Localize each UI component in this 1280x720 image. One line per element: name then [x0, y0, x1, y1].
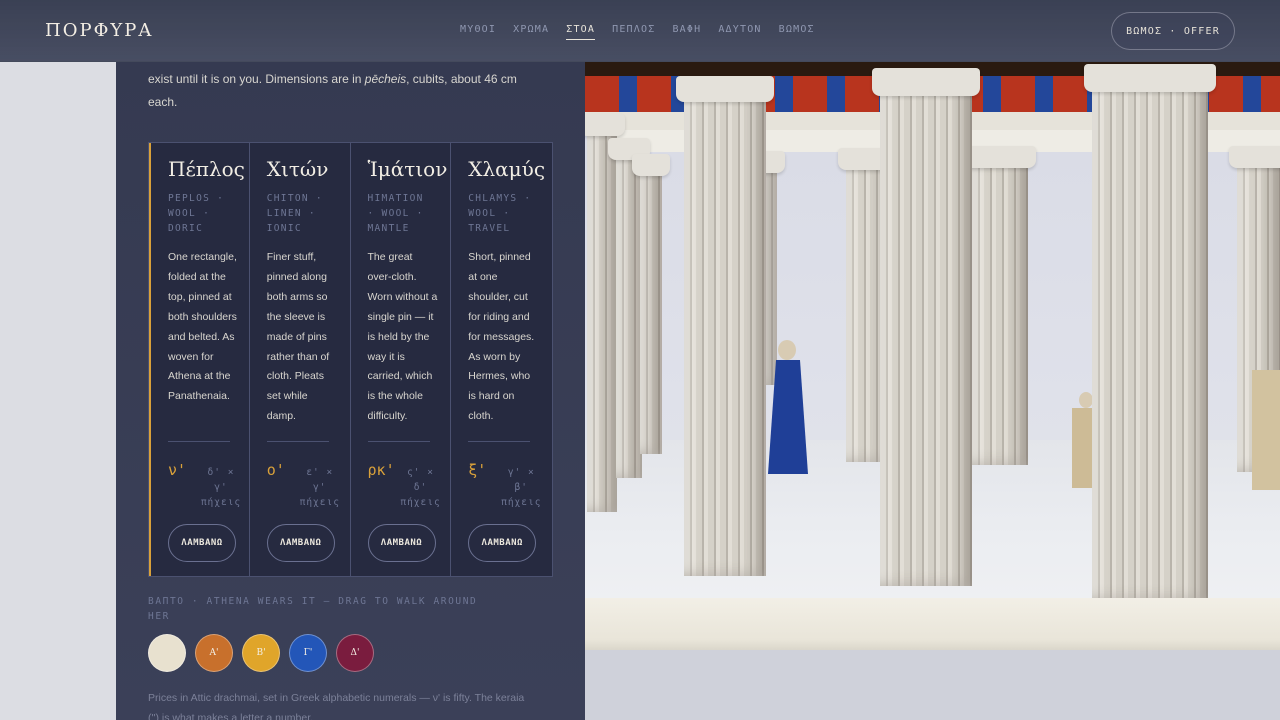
visitor-figure [1252, 350, 1280, 490]
garment-meta: CHLAMYS · WOOL · TRAVEL [468, 193, 532, 234]
garment-name: Χλαμύς [468, 157, 546, 181]
dye-instruction: ΒΑΠΤΟ · ATHENA WEARS IT — DRAG TO WALK A… [148, 596, 478, 622]
garment-description: One rectangle, folded at the top, pinned… [168, 251, 237, 403]
nav-item-chroma[interactable]: ΧΡΩΜΑ [513, 24, 549, 40]
divider [168, 441, 230, 442]
garment-price: ν' [168, 461, 187, 479]
garment-description: Finer stuff, pinned along both arms so t… [266, 251, 330, 423]
take-button[interactable]: ΛΑΜΒΑΝΩ [367, 524, 436, 562]
column [964, 146, 1036, 465]
dyed-robe [768, 360, 808, 474]
garment-price: ξ' [468, 461, 487, 479]
athena-statue-figure[interactable] [766, 340, 810, 474]
nav-item-stoa[interactable]: ΣΤΟΑ [566, 24, 596, 40]
dye-swatch-delta[interactable]: Δ' [336, 634, 374, 672]
top-navigation-bar: ΠΟΡΦΥΡΑ ΜΥΘΟΙ ΧΡΩΜΑ ΣΤΟΑ ΠΕΠΛΟΣ ΒΑΦΗ ΑΔΥ… [0, 0, 1280, 62]
garment-cards: Πέπλος PEPLOS · WOOL · DORIC One rectang… [148, 142, 553, 577]
garment-meta: CHITON · LINEN · IONIC [266, 193, 323, 234]
column [579, 114, 625, 512]
garment-price: ο' [266, 461, 285, 479]
brand-logo[interactable]: ΠΟΡΦΥΡΑ [45, 20, 153, 41]
dye-swatch-gamma[interactable]: Γ' [289, 634, 327, 672]
dye-swatch-undyed[interactable] [148, 634, 186, 672]
garment-size: ε' × γ' πήχεις [299, 467, 340, 508]
column [632, 154, 670, 454]
nav-item-adyton[interactable]: ΑΔΥΤΟΝ [718, 24, 761, 40]
intro-text: exist until it is on you. Dimensions are… [148, 72, 517, 109]
garment-name: Χιτών [266, 157, 329, 181]
dye-swatches: Α' Β' Γ' Δ' [148, 634, 374, 672]
garment-meta: HIMATION · WOOL · MANTLE [367, 193, 424, 234]
divider [266, 441, 329, 442]
divider [367, 441, 430, 442]
divider [468, 441, 531, 442]
garment-card-peplos[interactable]: Πέπλος PEPLOS · WOOL · DORIC One rectang… [149, 143, 250, 576]
nav-item-vaphe[interactable]: ΒΑΦΗ [672, 24, 701, 40]
garment-description: Short, pinned at one shoulder, cut for r… [468, 251, 535, 423]
garment-description: The great over-cloth. Worn without a sin… [367, 251, 438, 423]
garment-price: ρκ' [367, 461, 395, 479]
offer-button[interactable]: ΒΩΜΟΣ · OFFER [1111, 12, 1235, 50]
statue-head [778, 340, 796, 360]
ground [585, 650, 1280, 720]
garment-name: Πέπλος [168, 157, 245, 181]
garment-size: δ' × γ' πήχεις [200, 467, 242, 508]
stylobate-step [585, 598, 1280, 658]
main-nav: ΜΥΘΟΙ ΧΡΩΜΑ ΣΤΟΑ ΠΕΠΛΟΣ ΒΑΦΗ ΑΔΥΤΟΝ ΒΩΜΟ… [460, 24, 815, 40]
garment-card-himation[interactable]: Ἱμάτιον HIMATION · WOOL · MANTLE The gre… [351, 143, 452, 576]
column [872, 68, 980, 586]
nav-item-mythoi[interactable]: ΜΥΘΟΙ [460, 24, 496, 40]
left-gutter [0, 62, 116, 720]
take-button[interactable]: ΛΑΜΒΑΝΩ [266, 524, 335, 562]
column [1084, 64, 1216, 600]
dye-swatch-alpha[interactable]: Α' [195, 634, 233, 672]
term-pecheis: pēcheis [364, 72, 407, 86]
take-button[interactable]: ΛΑΜΒΑΝΩ [168, 524, 236, 562]
nav-item-peplos[interactable]: ΠΕΠΛΟΣ [612, 24, 655, 40]
column [676, 76, 774, 576]
column [608, 138, 650, 478]
garment-meta: PEPLOS · WOOL · DORIC [168, 193, 225, 234]
garment-name: Ἱμάτιον [367, 157, 448, 181]
garment-card-chiton[interactable]: Χιτών CHITON · LINEN · IONIC Finer stuff… [250, 143, 351, 576]
nav-item-bomos[interactable]: ΒΩΜΟΣ [779, 24, 815, 40]
price-footnote: Prices in Attic drachmai, set in Greek a… [148, 692, 525, 720]
garment-card-chlamys[interactable]: Χλαμύς CHLAMYS · WOOL · TRAVEL Short, pi… [451, 143, 552, 576]
garment-size: γ' × β' πήχεις [501, 467, 542, 508]
dye-swatch-beta[interactable]: Β' [242, 634, 280, 672]
garment-size: ς' × δ' πήχεις [400, 467, 441, 508]
take-button[interactable]: ΛΑΜΒΑΝΩ [468, 524, 537, 562]
stoa-garment-panel[interactable]: exist until it is on you. Dimensions are… [116, 62, 585, 720]
